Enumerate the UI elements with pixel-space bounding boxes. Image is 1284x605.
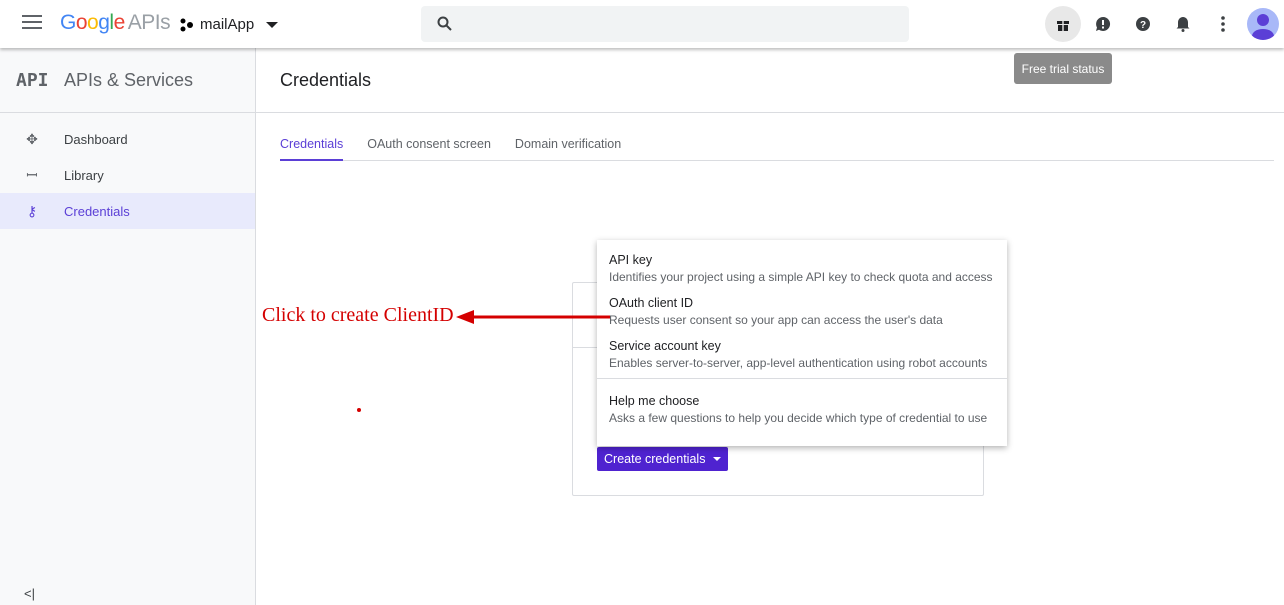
create-credentials-menu: API key Identifies your project using a s… <box>597 240 1007 446</box>
annotation-dot <box>357 408 361 412</box>
notifications-icon[interactable] <box>1165 6 1201 42</box>
project-icon <box>180 18 193 31</box>
menu-icon[interactable] <box>22 15 42 31</box>
tabs: Credentials OAuth consent screen Domain … <box>280 128 1274 161</box>
search-input[interactable] <box>421 6 909 42</box>
sidebar: API APIs & Services ✥ Dashboard ꟷ Library ⚷… <box>0 48 256 605</box>
menu-item-api-key[interactable]: API key Identifies your project using a s… <box>597 248 1007 291</box>
project-name: mailApp <box>200 16 255 33</box>
annotation-text: Click to create ClientID <box>262 304 454 326</box>
tab-domain-verification[interactable]: Domain verification <box>515 128 621 161</box>
sidebar-item-dashboard[interactable]: ✥ Dashboard <box>0 121 255 157</box>
collapse-sidebar-button[interactable]: <| <box>24 586 35 601</box>
help-icon[interactable]: ? <box>1125 6 1161 42</box>
top-bar: Google APIs mailApp ? <box>0 0 1284 48</box>
sidebar-item-credentials[interactable]: ⚷ Credentials <box>0 193 255 229</box>
avatar[interactable] <box>1247 8 1279 40</box>
divider <box>597 378 1007 379</box>
svg-text:?: ? <box>1140 20 1146 31</box>
annotation-arrow-icon <box>456 310 610 324</box>
api-icon: API <box>16 69 49 91</box>
menu-item-oauth-client-id[interactable]: OAuth client ID Requests user consent so … <box>597 291 1007 334</box>
gift-icon[interactable] <box>1045 6 1081 42</box>
google-apis-logo[interactable]: Google APIs <box>60 11 171 35</box>
tooltip: Free trial status <box>1014 53 1112 84</box>
sidebar-item-library[interactable]: ꟷ Library <box>0 157 255 193</box>
page-header: Credentials <box>256 48 1284 113</box>
create-credentials-button[interactable]: Create credentials <box>597 447 728 471</box>
library-icon: ꟷ <box>26 166 38 183</box>
more-vert-icon[interactable] <box>1205 6 1241 42</box>
chevron-down-icon <box>713 457 722 461</box>
tab-oauth-consent-screen[interactable]: OAuth consent screen <box>367 128 491 161</box>
sidebar-title: APIs & Services <box>64 69 194 90</box>
search-icon <box>437 16 452 31</box>
menu-item-service-account-key[interactable]: Service account key Enables server-to-ser… <box>597 334 1007 377</box>
tab-credentials[interactable]: Credentials <box>280 128 344 161</box>
page-title: Credentials <box>280 70 372 90</box>
menu-item-help-me-choose[interactable]: Help me choose Asks a few questions to he… <box>597 389 1007 432</box>
chevron-down-icon <box>266 21 279 28</box>
dashboard-icon: ✥ <box>26 130 38 147</box>
feedback-icon[interactable] <box>1085 6 1121 42</box>
key-icon: ⚷ <box>26 202 38 219</box>
project-selector[interactable]: mailApp <box>180 16 279 33</box>
